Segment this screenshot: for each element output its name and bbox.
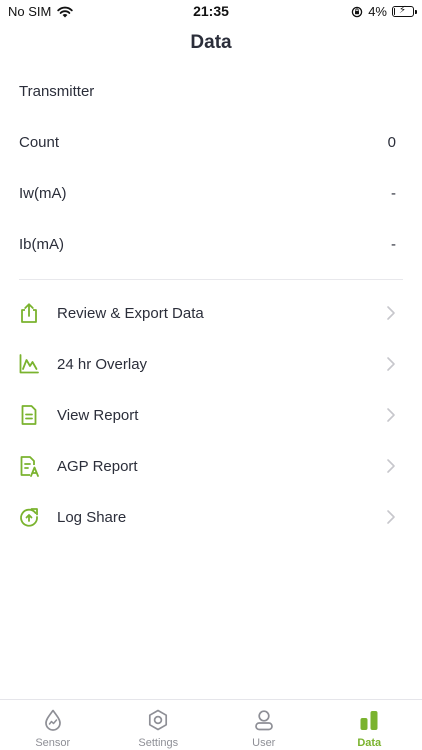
- data-row-ib: Ib(mA) -: [19, 232, 396, 256]
- menu-item-review-export[interactable]: Review & Export Data: [0, 291, 422, 335]
- menu-item-label: AGP Report: [57, 457, 138, 475]
- tab-data[interactable]: Data: [317, 700, 422, 750]
- page-title: Data: [190, 32, 232, 53]
- tab-sensor[interactable]: Sensor: [0, 700, 106, 750]
- section-divider: [19, 279, 403, 280]
- tab-user[interactable]: User: [211, 700, 317, 750]
- chevron-right-icon: [387, 510, 395, 524]
- agp-report-icon: [20, 456, 39, 477]
- tab-bar: Sensor Settings User Data: [0, 699, 422, 750]
- chevron-right-icon: [387, 357, 395, 371]
- data-row-label: Count: [19, 133, 60, 151]
- charging-bolt-icon: ⚡: [399, 5, 407, 16]
- menu-item-label: 24 hr Overlay: [57, 355, 148, 373]
- document-icon: [21, 405, 37, 425]
- settings-gear-icon: [149, 709, 168, 731]
- menu-item-label: View Report: [57, 406, 139, 424]
- data-row-value: -: [391, 235, 396, 253]
- data-row-value: -: [391, 184, 396, 202]
- data-row-value: 0: [387, 133, 396, 151]
- menu-item-label: Review & Export Data: [57, 304, 204, 322]
- export-icon: [21, 303, 37, 323]
- chevron-right-icon: [387, 408, 395, 422]
- battery-fill: [394, 8, 395, 15]
- data-row-transmitter: Transmitter: [19, 79, 396, 103]
- line-chart-icon: [19, 354, 39, 374]
- data-row-label: Iw(mA): [19, 184, 67, 202]
- menu-item-24hr-overlay[interactable]: 24 hr Overlay: [0, 342, 422, 386]
- user-icon: [254, 710, 273, 731]
- tab-label: User: [252, 737, 276, 749]
- menu-item-label: Log Share: [57, 508, 127, 526]
- chevron-right-icon: [387, 459, 395, 473]
- tab-label: Sensor: [35, 737, 71, 749]
- tab-label: Data: [357, 737, 382, 749]
- battery-icon: ⚡: [392, 5, 417, 17]
- menu-item-view-report[interactable]: View Report: [0, 393, 422, 437]
- data-row-count: Count 0: [19, 130, 396, 154]
- status-right: 4% ⚡: [351, 4, 417, 19]
- orientation-lock-icon: [351, 6, 363, 17]
- share-refresh-icon: [20, 508, 38, 527]
- chevron-right-icon: [387, 306, 395, 320]
- battery-percent: 4%: [368, 4, 387, 19]
- tab-label: Settings: [138, 737, 179, 749]
- data-row-label: Transmitter: [19, 82, 95, 100]
- tab-settings[interactable]: Settings: [106, 700, 212, 750]
- bar-chart-icon: [360, 711, 378, 730]
- menu-item-log-share[interactable]: Log Share: [0, 495, 422, 539]
- sensor-drop-icon: [44, 709, 61, 731]
- status-bar: No SIM 21:35 4% ⚡: [0, 0, 422, 24]
- data-row-iw: Iw(mA) -: [19, 181, 396, 205]
- menu-item-agp-report[interactable]: AGP Report: [0, 444, 422, 488]
- data-row-label: Ib(mA): [19, 235, 64, 253]
